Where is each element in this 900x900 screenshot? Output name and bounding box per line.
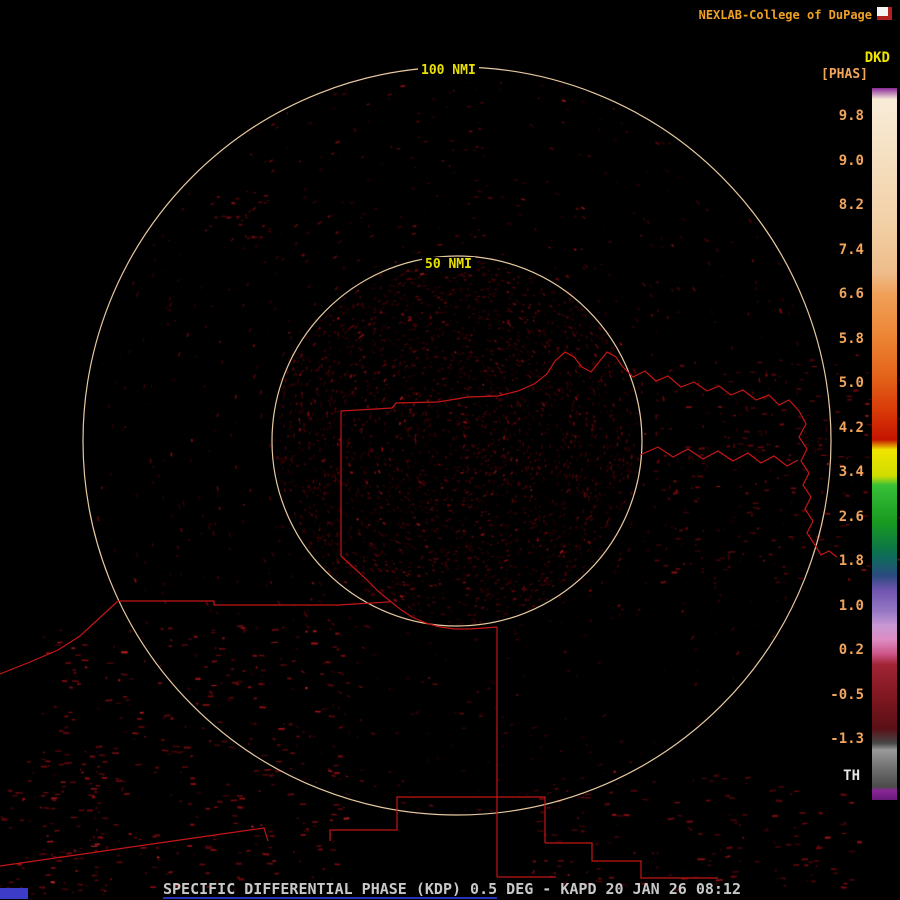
colorbar-tick-label: 5.0 [838, 375, 864, 391]
county-boundary-line [340, 555, 498, 630]
county-boundary-line [340, 351, 623, 412]
map-overlay-svg [0, 66, 838, 879]
radar-display: 100 NMI 50 NMI NEXLAB-College of DuPage … [0, 0, 900, 900]
range-ring-label-100nmi: 100 NMI [418, 63, 479, 78]
colorbar-tick-label: 0.2 [838, 642, 864, 658]
range-ring-50nmi [271, 255, 643, 627]
colorbar-tick-label: 1.8 [838, 553, 864, 569]
cod-logo-icon [877, 7, 892, 20]
colorbar-tick-label: 8.2 [838, 197, 864, 213]
site-branding: NEXLAB-College of DuPage [698, 8, 872, 22]
product-status-line: SPECIFIC DIFFERENTIAL PHASE (KDP) 0.5 DE… [163, 880, 741, 898]
county-boundary-line [118, 600, 391, 606]
county-boundary-line [0, 827, 269, 867]
colorbar-tick-label: -0.5 [830, 686, 864, 703]
colorbar-tick-label: 9.0 [838, 152, 864, 169]
colorbar-tick-label: 2.6 [838, 508, 864, 525]
colorbar-tick-label: 4.2 [838, 419, 864, 436]
colorbar-tick-label: 9.8 [838, 108, 864, 124]
county-boundary-line [0, 600, 119, 675]
range-ring-100nmi [82, 66, 832, 816]
footer-corner-block [0, 888, 28, 899]
product-units-label: [PHAS] [821, 67, 868, 82]
county-boundary-line [621, 365, 838, 558]
footer-accent-line [163, 897, 497, 899]
colorbar-tick-label: 6.6 [838, 286, 864, 302]
colorbar-tick-label: 5.8 [838, 330, 864, 347]
product-code-label: DKD [864, 50, 890, 66]
colorbar [872, 88, 897, 800]
colorbar-threshold-label: TH [843, 768, 860, 784]
colorbar-tick-label: 1.0 [838, 597, 864, 614]
colorbar-tick-label: 3.4 [838, 464, 864, 480]
colorbar-tick-label: -1.3 [830, 731, 864, 747]
range-ring-label-50nmi: 50 NMI [422, 257, 475, 272]
county-boundary-line [329, 796, 546, 843]
county-boundary-line [639, 446, 799, 467]
colorbar-tick-label: 7.4 [838, 241, 864, 258]
county-boundary-line [545, 842, 718, 879]
